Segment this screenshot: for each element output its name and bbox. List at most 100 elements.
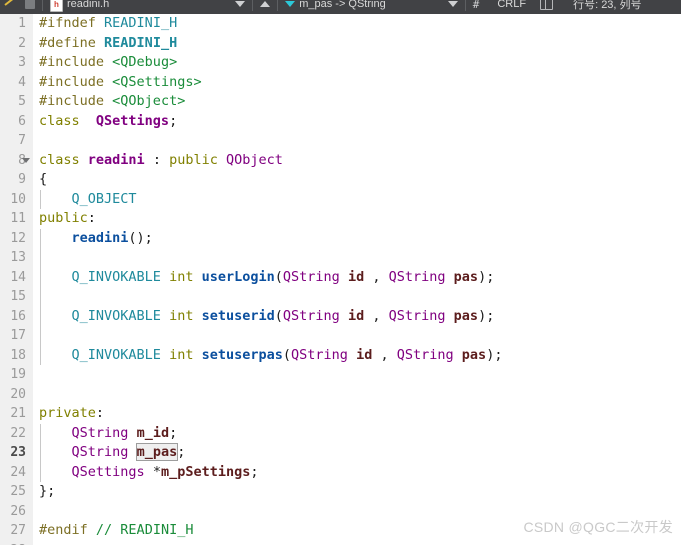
line-number: 26 — [10, 503, 26, 519]
line-source[interactable]: Q_INVOKABLE int userLogin(QString id , Q… — [39, 268, 495, 288]
editor-toolbar: h readini.h m_pas -> QString # CRLF 行号: … — [0, 0, 681, 14]
line-number: 21 — [10, 406, 26, 421]
cursor-position-indicator[interactable]: 行号: 23, 列号 — [569, 0, 645, 14]
line-source[interactable]: class QSettings; — [39, 112, 177, 132]
line-source[interactable]: class readini : public QObject — [39, 151, 283, 171]
line-number: 22 — [10, 425, 26, 441]
line-source[interactable]: Q_INVOKABLE int setuserpas(QString id , … — [39, 346, 503, 366]
line-source[interactable]: QSettings *m_pSettings; — [39, 463, 259, 483]
code-line[interactable]: 1 #ifndef READINI_H — [0, 14, 681, 34]
line-number: 4 — [18, 74, 26, 90]
line-source[interactable]: }; — [39, 482, 55, 502]
watermark: CSDN @QGC二次开发 — [523, 519, 673, 535]
line-number: 7 — [18, 133, 26, 148]
line-source[interactable]: #include <QDebug> — [39, 53, 177, 73]
line-source[interactable]: QString m_id; — [39, 424, 178, 444]
line-number: 18 — [10, 347, 26, 363]
line-number: 9 — [18, 172, 26, 187]
line-source[interactable]: Q_INVOKABLE int setuserid(QString id , Q… — [39, 307, 495, 327]
code-line[interactable]: 3 #include <QDebug> — [0, 53, 681, 73]
line-source[interactable]: #ifndef READINI_H — [39, 14, 177, 34]
toolbar-divider — [42, 0, 43, 11]
current-symbol-label: m_pas -> QString — [299, 0, 386, 10]
code-line[interactable]: 10 Q_OBJECT — [0, 189, 681, 210]
chevron-down-teal-icon — [285, 1, 296, 7]
line-source[interactable]: #include <QSettings> — [39, 73, 202, 93]
code-line[interactable]: 2 #define READINI_H — [0, 34, 681, 54]
symbol-selector[interactable]: m_pas -> QString — [281, 0, 390, 14]
line-number: 13 — [10, 250, 26, 265]
hash-icon: # — [472, 0, 480, 11]
code-line[interactable]: 13 — [0, 248, 681, 268]
code-line[interactable]: 8 class readini : public QObject — [0, 151, 681, 171]
line-source[interactable]: { — [39, 170, 47, 190]
line-source[interactable]: #endif // READINI_H — [39, 521, 193, 541]
line-number: 11 — [10, 211, 26, 226]
line-source[interactable]: Q_OBJECT — [39, 190, 137, 210]
line-ending-label: CRLF — [497, 0, 527, 10]
code-line[interactable]: 19 — [0, 365, 681, 385]
code-line[interactable]: 16 Q_INVOKABLE int setuserid(QString id … — [0, 306, 681, 327]
code-line[interactable]: 22 QString m_id; — [0, 423, 681, 444]
line-source[interactable]: #include <QObject> — [39, 92, 185, 112]
edit-mode-button[interactable] — [0, 0, 21, 14]
cursor-position-label: 行号: 23, 列号 — [573, 0, 642, 11]
code-line[interactable]: 17 — [0, 326, 681, 346]
code-line[interactable]: 9 { — [0, 170, 681, 190]
code-line[interactable]: 5 #include <QObject> — [0, 92, 681, 112]
line-number: 17 — [10, 328, 26, 343]
fold-triangle-icon[interactable] — [22, 157, 30, 163]
stop-button[interactable] — [21, 0, 39, 14]
line-source[interactable]: QString m_pas; — [39, 443, 185, 463]
line-number: 2 — [18, 35, 26, 51]
line-source[interactable]: private: — [39, 404, 104, 424]
line-ending-button[interactable]: CRLF — [493, 0, 530, 14]
indent-guide — [40, 287, 41, 307]
code-line[interactable]: 14 Q_INVOKABLE int userLogin(QString id … — [0, 267, 681, 288]
occurrence-highlight[interactable]: m_pas — [135, 443, 179, 461]
code-line[interactable]: 28 — [0, 541, 681, 545]
line-number: 20 — [10, 386, 26, 402]
split-editor-icon — [540, 0, 554, 10]
symbol-dropdown-button[interactable] — [444, 0, 462, 14]
line-number: 25 — [10, 484, 26, 499]
toolbar-divider-3 — [277, 0, 279, 11]
line-number: 27 — [10, 523, 26, 538]
code-line[interactable]: 23 QString m_pas; — [0, 443, 681, 463]
pencil-icon — [4, 0, 17, 11]
line-number: 19 — [10, 367, 26, 382]
code-line[interactable]: 18 Q_INVOKABLE int setuserpas(QString id… — [0, 345, 681, 366]
code-editor[interactable]: 1 #ifndef READINI_H 2 #define READINI_H … — [0, 14, 681, 545]
line-number: 15 — [10, 289, 26, 304]
close-document-button[interactable] — [256, 0, 274, 14]
split-editor-button[interactable] — [536, 0, 557, 14]
header-file-icon: h — [50, 0, 63, 12]
line-source[interactable]: public: — [39, 209, 96, 229]
chevron-down-icon-2 — [447, 1, 458, 7]
line-number: 3 — [18, 55, 26, 70]
code-line[interactable]: 6 class QSettings; — [0, 112, 681, 132]
code-content[interactable]: 1 #ifndef READINI_H 2 #define READINI_H … — [0, 14, 681, 545]
code-line[interactable]: 4 #include <QSettings> — [0, 73, 681, 93]
code-line[interactable]: 21 private: — [0, 404, 681, 424]
code-line[interactable]: 11 public: — [0, 209, 681, 229]
line-number: 1 — [18, 16, 26, 31]
open-file-name: readini.h — [67, 0, 110, 10]
code-line[interactable]: 12 readini(); — [0, 228, 681, 249]
code-line[interactable]: 7 — [0, 131, 681, 151]
code-line[interactable]: 15 — [0, 287, 681, 307]
line-number-current: 23 — [10, 445, 26, 460]
open-document-selector[interactable]: h readini.h — [46, 0, 113, 14]
toolbar-divider-2 — [252, 0, 254, 11]
toolbar-divider-4 — [464, 0, 466, 11]
indent-guide — [40, 248, 41, 268]
encoding-button[interactable]: # — [469, 0, 484, 14]
line-number: 5 — [18, 94, 26, 109]
code-line[interactable]: 25 }; — [0, 482, 681, 502]
file-dropdown-button[interactable] — [231, 0, 249, 14]
code-line[interactable]: 24 QSettings *m_pSettings; — [0, 462, 681, 483]
line-source[interactable]: readini(); — [39, 229, 153, 249]
line-number: 24 — [10, 464, 26, 480]
line-source[interactable]: #define READINI_H — [39, 34, 177, 54]
code-line[interactable]: 20 — [0, 385, 681, 405]
